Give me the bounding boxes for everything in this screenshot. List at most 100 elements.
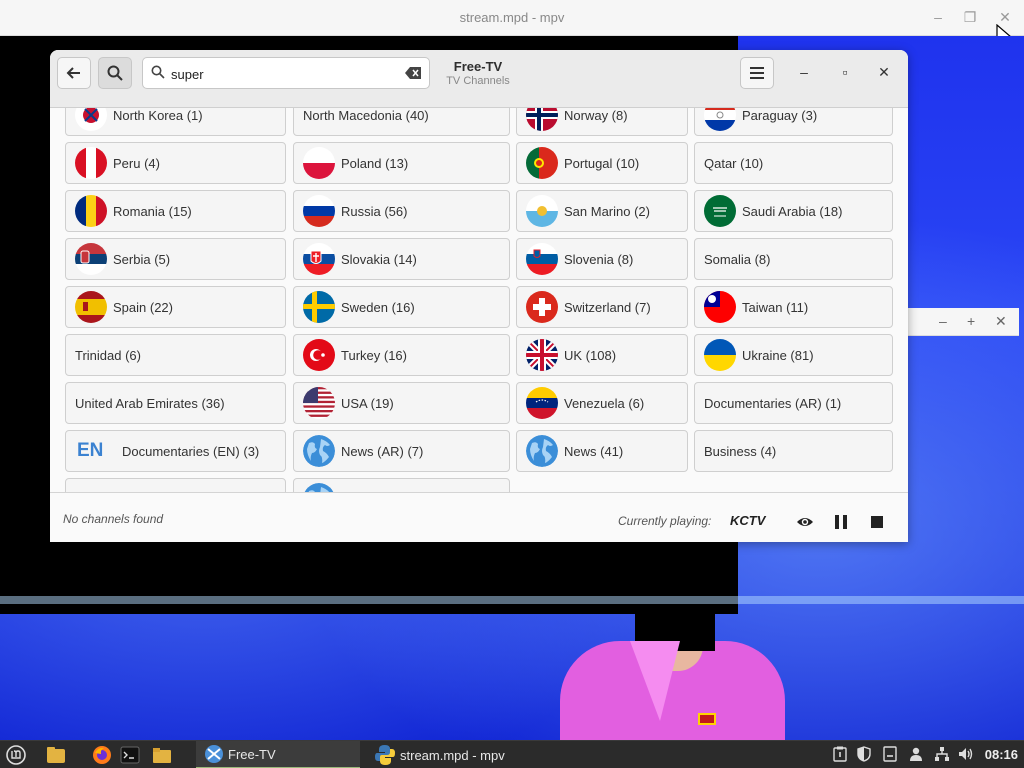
window-minimize-button[interactable]: –	[796, 64, 812, 80]
flag-pe-icon	[75, 147, 107, 179]
category-card-label: North Korea (1)	[113, 108, 203, 123]
category-card-label: Somalia (8)	[704, 251, 771, 267]
category-card[interactable]: Switzerland (7)	[516, 286, 688, 328]
flag-se-icon	[303, 291, 335, 323]
clock[interactable]: 08:16	[985, 747, 1018, 762]
flag-sm-icon	[526, 195, 558, 227]
category-card[interactable]: Taiwan (11)	[694, 286, 893, 328]
flag-us-icon	[303, 387, 335, 419]
document-icon[interactable]	[882, 746, 898, 762]
volume-icon[interactable]	[958, 746, 974, 762]
category-card[interactable]: Qatar (10)	[694, 142, 893, 184]
category-card-partial[interactable]	[65, 478, 286, 492]
category-card[interactable]: USA (19)	[293, 382, 510, 424]
category-card-partial[interactable]	[293, 478, 510, 492]
category-card[interactable]: Spain (22)	[65, 286, 286, 328]
bg-close-button[interactable]: ✕	[995, 313, 1007, 330]
flag-si-icon	[526, 243, 558, 275]
category-card[interactable]: Documentaries (AR) (1)	[694, 382, 893, 424]
search-field[interactable]	[142, 57, 430, 89]
eye-icon[interactable]	[796, 513, 814, 531]
clear-text-icon[interactable]	[405, 67, 421, 79]
window-maximize-button[interactable]: ▫	[837, 64, 853, 80]
window-close-button[interactable]: ✕	[876, 64, 892, 81]
task-freetv-label: Free-TV	[228, 746, 276, 762]
clipboard-icon[interactable]	[832, 746, 848, 762]
window-title-block: Free-TV TV Channels	[430, 59, 526, 87]
flag-sk-icon	[303, 243, 335, 275]
search-toggle-button[interactable]	[98, 57, 132, 89]
category-card[interactable]: Venezuela (6)	[516, 382, 688, 424]
mpv-maximize-button[interactable]: ❐	[962, 9, 978, 26]
category-card[interactable]: Ukraine (81)	[694, 334, 893, 376]
globe-icon	[526, 435, 558, 467]
app-title: Free-TV	[453, 59, 503, 74]
search-status-text: No channels found	[63, 512, 164, 526]
category-card[interactable]: Romania (15)	[65, 190, 286, 232]
category-card-label: Documentaries (EN) (3)	[122, 443, 260, 459]
category-card[interactable]: Paraguay (3)	[694, 108, 893, 136]
flag-sa-icon	[704, 195, 736, 227]
search-icon	[107, 65, 123, 81]
app-subtitle: TV Channels	[446, 75, 510, 87]
category-card[interactable]: United Arab Emirates (36)	[65, 382, 286, 424]
flag-ch-icon	[526, 291, 558, 323]
category-card[interactable]: Sweden (16)	[293, 286, 510, 328]
arrow-left-icon	[66, 67, 80, 79]
back-button[interactable]	[57, 57, 91, 89]
pause-icon[interactable]	[832, 513, 850, 531]
category-card[interactable]: Norway (8)	[516, 108, 688, 136]
files-icon[interactable]	[46, 745, 66, 765]
category-card[interactable]: Poland (13)	[293, 142, 510, 184]
category-card[interactable]: Somalia (8)	[694, 238, 893, 280]
category-card-label: Russia (56)	[341, 203, 408, 219]
category-card-label: Portugal (10)	[564, 155, 640, 171]
flag-no-icon	[526, 108, 558, 131]
folder-icon[interactable]	[152, 745, 172, 765]
flag-kp-icon	[75, 108, 107, 131]
category-card[interactable]: Peru (4)	[65, 142, 286, 184]
category-card[interactable]: North Macedonia (40)	[293, 108, 510, 136]
category-card[interactable]: North Korea (1)	[65, 108, 286, 136]
category-card-label: Saudi Arabia (18)	[742, 203, 843, 219]
category-card[interactable]: EN Documentaries (EN) (3)	[65, 430, 286, 472]
category-card-label: Norway (8)	[564, 108, 628, 123]
category-card[interactable]: Portugal (10)	[516, 142, 688, 184]
flag-py-icon	[704, 108, 736, 131]
flag-uk-icon	[526, 339, 558, 371]
category-card[interactable]: Russia (56)	[293, 190, 510, 232]
category-card[interactable]: Turkey (16)	[293, 334, 510, 376]
category-card[interactable]: San Marino (2)	[516, 190, 688, 232]
network-icon[interactable]	[934, 746, 950, 762]
category-card[interactable]: UK (108)	[516, 334, 688, 376]
main-menu-button[interactable]	[740, 57, 774, 89]
flag-ve-icon	[526, 387, 558, 419]
mpv-minimize-button[interactable]: –	[930, 9, 946, 25]
category-card[interactable]: News (AR) (7)	[293, 430, 510, 472]
category-card-label: Serbia (5)	[113, 251, 171, 267]
headerbar: Free-TV TV Channels – ▫ ✕	[50, 50, 908, 108]
category-card[interactable]: Slovakia (14)	[293, 238, 510, 280]
category-card-label: USA (19)	[341, 395, 394, 411]
category-card[interactable]: Trinidad (6)	[65, 334, 286, 376]
task-mpv[interactable]: stream.mpd - mpv	[370, 741, 530, 768]
category-card[interactable]: Slovenia (8)	[516, 238, 688, 280]
firefox-icon[interactable]	[92, 745, 112, 765]
video-light-streak	[0, 596, 1024, 604]
category-card-label: Romania (15)	[113, 203, 192, 219]
category-card[interactable]: Business (4)	[694, 430, 893, 472]
bg-minimize-button[interactable]: –	[939, 313, 947, 329]
shield-icon[interactable]	[856, 746, 872, 762]
category-card[interactable]: Saudi Arabia (18)	[694, 190, 893, 232]
bg-maximize-button[interactable]: +	[967, 313, 975, 329]
category-card[interactable]: Serbia (5)	[65, 238, 286, 280]
search-input[interactable]	[171, 62, 391, 86]
category-card[interactable]: News (41)	[516, 430, 688, 472]
flag-rs-icon	[75, 243, 107, 275]
channel-category-grid: North Korea (1) North Macedonia (40) Norwa…	[50, 108, 908, 492]
user-icon[interactable]	[908, 746, 924, 762]
terminal-icon[interactable]	[120, 745, 140, 765]
stop-icon[interactable]	[868, 513, 886, 531]
mint-menu-icon[interactable]	[6, 745, 26, 765]
task-freetv[interactable]: Free-TV	[196, 741, 360, 768]
